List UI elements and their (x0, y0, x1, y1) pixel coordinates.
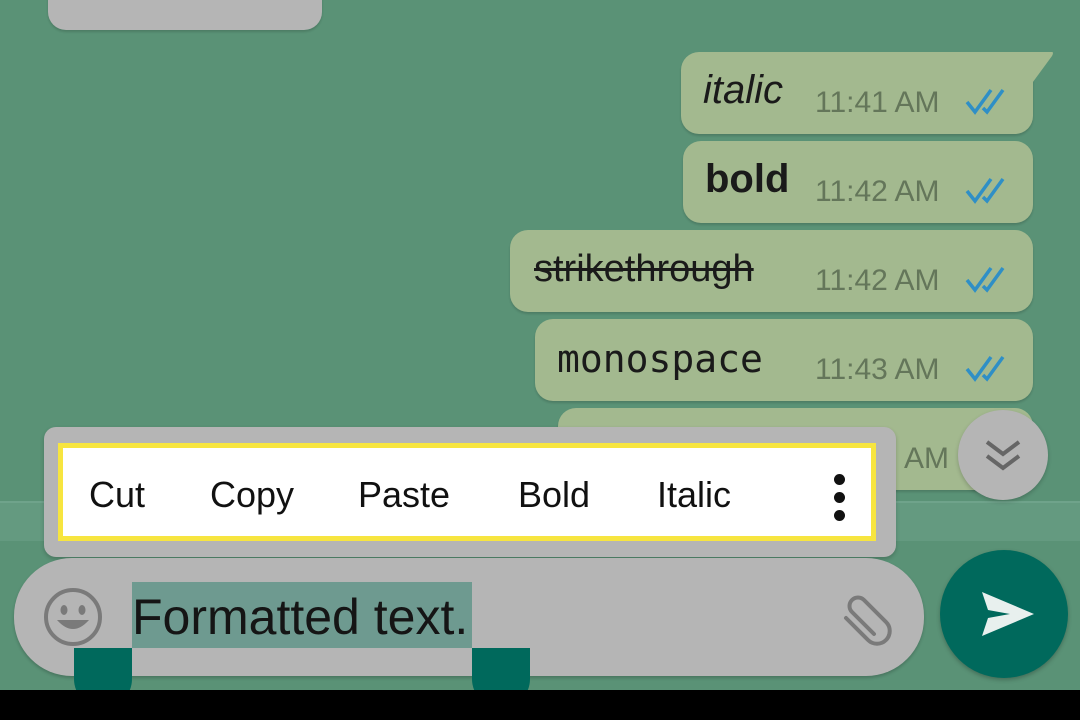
menu-item-paste[interactable]: Paste (358, 474, 450, 516)
more-vertical-icon[interactable] (831, 474, 847, 522)
message-bubble-outgoing[interactable]: strikethrough 11:42 AM (510, 230, 1033, 312)
bubble-tail (1030, 52, 1053, 86)
message-bubble-outgoing[interactable]: bold 11:42 AM (683, 141, 1033, 223)
menu-item-copy[interactable]: Copy (210, 474, 294, 516)
read-receipt-icon (965, 266, 1005, 293)
text-selection-menu-items: Cut Copy Paste Bold Italic (58, 443, 876, 541)
message-text: italic (703, 68, 784, 112)
message-time: 11:42 AM (815, 264, 940, 297)
send-icon (982, 592, 1034, 636)
menu-item-italic[interactable]: Italic (657, 474, 731, 516)
system-navigation-bar (0, 690, 1080, 720)
message-bubble-outgoing[interactable]: monospace 11:43 AM (535, 319, 1033, 401)
message-bubble-outgoing[interactable]: italic 11:41 AM (681, 52, 1033, 134)
smiley-icon[interactable] (42, 586, 104, 648)
read-receipt-icon (965, 88, 1005, 115)
menu-item-bold[interactable]: Bold (518, 474, 590, 516)
message-input-text[interactable]: Formatted text. (132, 588, 468, 646)
message-text: strikethrough (534, 248, 754, 290)
paperclip-icon[interactable] (834, 586, 898, 650)
send-button[interactable] (940, 550, 1068, 678)
message-time: AM (904, 442, 949, 475)
text-selection-menu: Cut Copy Paste Bold Italic (44, 427, 896, 557)
message-text: monospace (557, 337, 763, 381)
scroll-to-bottom-button[interactable] (958, 410, 1048, 500)
message-time: 11:42 AM (815, 175, 940, 208)
double-chevron-down-icon (985, 440, 1021, 471)
message-bubble-incoming[interactable]: OK 11:41 AM (48, 0, 322, 30)
message-time: 11:41 AM (815, 86, 940, 119)
message-text: bold (705, 157, 790, 201)
message-time: 11:43 AM (815, 353, 940, 386)
read-receipt-icon (965, 177, 1005, 204)
read-receipt-icon (965, 355, 1005, 382)
menu-item-cut[interactable]: Cut (89, 474, 145, 516)
